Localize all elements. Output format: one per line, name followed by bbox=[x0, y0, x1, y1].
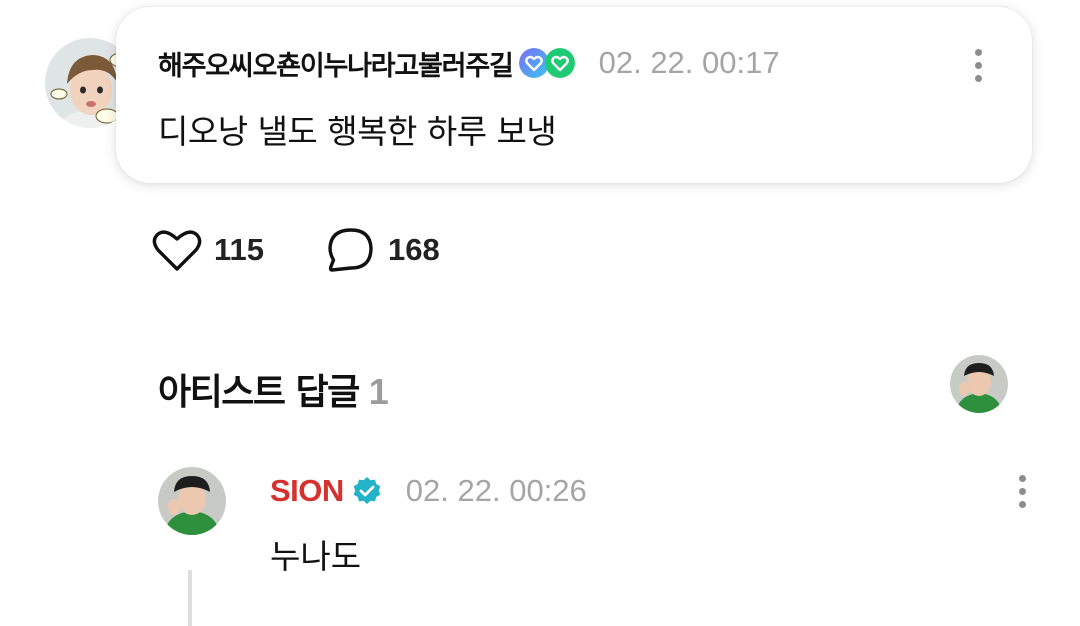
reply-header: SION 02. 22. 00:26 bbox=[270, 470, 587, 512]
reply-author-name[interactable]: SION bbox=[270, 473, 344, 509]
verified-check-icon bbox=[353, 477, 381, 504]
speech-bubble-icon bbox=[328, 228, 373, 272]
artist-replies-title: 아티스트 답글 bbox=[158, 372, 360, 413]
reply-author-avatar[interactable] bbox=[158, 467, 226, 535]
comment-button[interactable]: 168 bbox=[326, 226, 440, 274]
post-more-options-icon[interactable] bbox=[968, 45, 988, 85]
like-button[interactable]: 115 bbox=[152, 227, 264, 273]
reply-timestamp: 02. 22. 00:26 bbox=[405, 473, 587, 508]
artist-avatar[interactable] bbox=[950, 355, 1008, 413]
heart-icon bbox=[152, 230, 202, 271]
membership-badges bbox=[518, 48, 575, 78]
thread-line bbox=[188, 570, 192, 626]
comment-count: 168 bbox=[388, 232, 440, 267]
artist-replies-heading: 아티스트 답글 1 bbox=[158, 363, 389, 415]
post-card: 해주오씨오쵼이누나라고불러주길 02. 22. 00:17 디오낭 낼도 행복한… bbox=[116, 7, 1032, 183]
post-header: 해주오씨오쵼이누나라고불러주길 02. 22. 00:17 bbox=[158, 43, 780, 83]
reply-text: 누나도 bbox=[270, 537, 362, 576]
reply-more-options-icon[interactable] bbox=[1012, 471, 1032, 511]
artist-replies-count: 1 bbox=[368, 371, 389, 412]
heart-badge-icon bbox=[544, 48, 575, 78]
post-text: 디오낭 낼도 행복한 하루 보냉 bbox=[158, 112, 557, 151]
post-actions: 115 168 bbox=[152, 224, 440, 276]
post-timestamp: 02. 22. 00:17 bbox=[598, 45, 780, 80]
like-count: 115 bbox=[214, 232, 265, 267]
post-author-name[interactable]: 해주오씨오쵼이누나라고불러주길 bbox=[158, 44, 514, 83]
